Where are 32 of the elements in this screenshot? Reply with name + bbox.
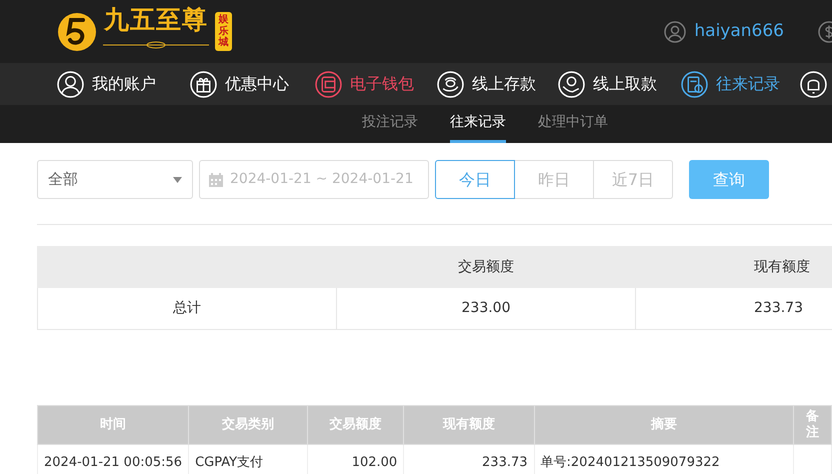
wallet-icon [315,70,342,98]
nav-item[interactable]: 优惠中心 [190,70,315,98]
table-cell: 2024-01-21 00:05:56 [44,455,182,470]
nav-item[interactable]: 线上存款 [437,70,558,98]
brand-badge: 娱乐城 [215,12,232,51]
table-cell: 102.00 [352,455,398,470]
nav-item[interactable]: 线上取款 [558,70,681,98]
username-link[interactable]: haiyan666 [694,18,784,44]
receipt-icon [681,70,708,98]
table-cell: 233.73 [482,455,528,470]
user-icon [57,70,84,98]
nav-item[interactable]: 我的账户 [57,70,190,98]
sub-tab[interactable]: 投注记录 [362,105,418,143]
nav-item[interactable]: 电子钱包 [315,70,437,98]
gift-icon [190,70,217,98]
table-cell: 233.73 [754,300,803,316]
table-cell: CGPAY支付 [195,455,264,470]
calendar-icon [208,172,224,188]
sub-tab[interactable]: 处理中订单 [538,105,608,143]
bell-icon[interactable] [800,70,827,98]
sub-tab[interactable]: 往来记录 [450,105,506,143]
table-cell: 单号:202401213509079322 [540,455,720,470]
type-select[interactable]: 全部 [37,160,193,199]
column-header: 现有额度 [754,258,810,274]
nav-item[interactable]: 往来记录 [681,70,800,98]
caret-icon [173,176,182,182]
table-cell: 总计 [173,300,201,316]
user-icon [664,21,686,44]
brand-name: 九五至尊 [104,7,208,32]
logo-icon [57,12,97,52]
column-header: 交易额度 [458,258,514,274]
table-cell: 233.00 [462,300,510,316]
